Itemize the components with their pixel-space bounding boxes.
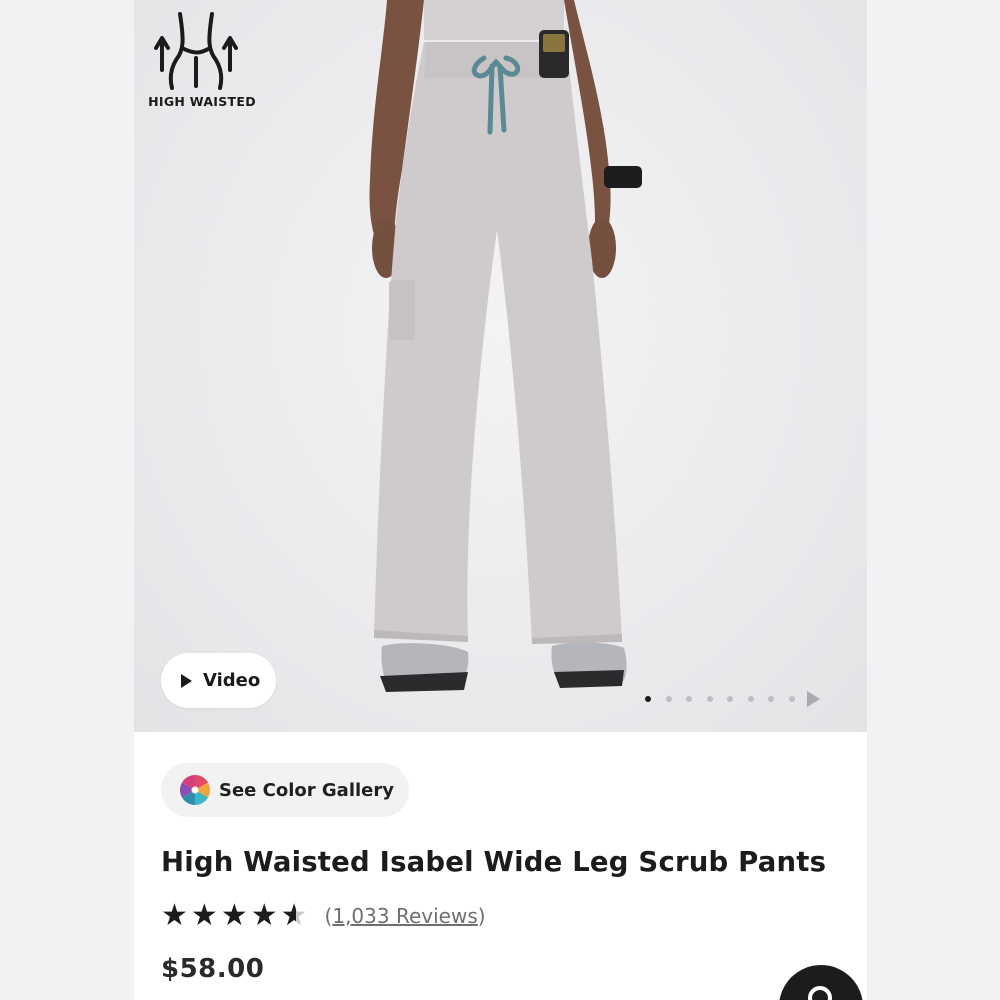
reviews-close-paren: ) [477, 904, 486, 928]
product-rating: ★ ★ ★ ★ ★ (1,033 Reviews) [161, 898, 486, 934]
star-icon: ★ [161, 898, 188, 933]
carousel-dot[interactable] [706, 696, 713, 702]
color-gallery-label: See Color Gallery [219, 779, 394, 801]
carousel-dot[interactable] [727, 696, 733, 702]
high-waist-icon [154, 12, 238, 90]
product-title: High Waisted Isabel Wide Leg Scrub Pants [161, 846, 827, 878]
high-waisted-label: HIGH WAISTED [148, 94, 256, 109]
color-gallery-button[interactable]: See Color Gallery [161, 763, 409, 817]
reviews-link[interactable]: 1,033 Reviews [332, 904, 477, 928]
page-margin-left [0, 0, 134, 1000]
product-image-carousel[interactable]: HIGH WAISTED Video [134, 0, 867, 732]
reviews-count: (1,033 Reviews) [325, 904, 486, 928]
carousel-dot[interactable] [686, 696, 692, 702]
high-waisted-badge: HIGH WAISTED [140, 10, 260, 120]
search-button[interactable] [779, 965, 863, 1000]
carousel-dot[interactable] [665, 696, 672, 702]
star-icon: ★ [250, 898, 278, 933]
half-star-icon: ★ [280, 898, 308, 933]
carousel-dot[interactable] [645, 696, 651, 702]
product-price: $58.00 [161, 954, 265, 984]
rating-stars: ★ ★ ★ ★ ★ [161, 901, 311, 931]
carousel-dot[interactable] [788, 696, 795, 702]
video-button[interactable]: Video [161, 653, 276, 708]
carousel-dot[interactable] [768, 696, 774, 702]
video-label: Video [203, 670, 261, 691]
star-icon: ★ [190, 898, 218, 933]
page-margin-right [867, 0, 1000, 1000]
color-palette-icon [179, 775, 211, 805]
search-icon [808, 986, 832, 1000]
product-card: HIGH WAISTED Video See Color Gallery Hig… [134, 0, 867, 1000]
star-icon: ★ [220, 898, 248, 933]
carousel-dot[interactable] [747, 696, 754, 702]
play-icon [181, 673, 192, 688]
carousel-dots [645, 691, 820, 707]
play-arrow-icon[interactable] [807, 691, 820, 707]
